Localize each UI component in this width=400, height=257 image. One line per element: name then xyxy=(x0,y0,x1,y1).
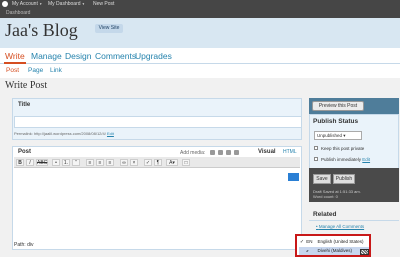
sub-nav: Post Page Link xyxy=(0,64,400,78)
my-account-link[interactable]: My Account ▼ xyxy=(12,1,42,7)
tab-html[interactable]: HTML xyxy=(283,149,297,155)
add-video-icon[interactable] xyxy=(218,150,223,155)
main-nav: Write Manage Design Comments Upgrades xyxy=(0,48,400,64)
my-dashboard-link[interactable]: My Dashboard ▼ xyxy=(48,1,85,7)
bullet-list-button[interactable]: • xyxy=(52,159,60,166)
fullscreen-icon[interactable] xyxy=(288,173,299,181)
tab-design[interactable]: Design xyxy=(65,51,91,61)
manage-comments-link[interactable]: • Manage All Comments xyxy=(316,224,364,229)
add-image-icon[interactable] xyxy=(210,150,215,155)
spellcheck-button[interactable]: ✓ xyxy=(144,159,152,166)
add-media-label: Add media: xyxy=(180,150,206,156)
page-title: Write Post xyxy=(5,80,48,91)
publish-button[interactable]: Publish xyxy=(333,174,355,184)
related-divider xyxy=(309,220,399,221)
save-button[interactable]: Save xyxy=(313,174,331,184)
bold-button[interactable]: B xyxy=(16,159,24,166)
align-left-button[interactable]: ≡ xyxy=(86,159,94,166)
preview-post-button[interactable]: Preview this Post xyxy=(312,101,364,111)
align-right-button[interactable]: ≡ xyxy=(106,159,114,166)
add-audio-icon[interactable] xyxy=(226,150,231,155)
resize-handle-icon[interactable] xyxy=(360,249,369,255)
keep-private-checkbox[interactable] xyxy=(314,146,318,150)
permalink-edit-link[interactable]: Edit xyxy=(107,131,114,136)
dashboard-label: Dashboard xyxy=(6,10,31,16)
align-center-button[interactable]: ≡ xyxy=(96,159,104,166)
chevron-down-icon: ▼ xyxy=(81,2,85,6)
editor-path: Path: div xyxy=(14,242,34,248)
wordpress-write-post-screen: My Account ▼ My Dashboard ▼ New Post Das… xyxy=(0,0,400,257)
wordpress-logo-icon[interactable] xyxy=(2,1,8,7)
related-title: Related xyxy=(313,211,337,218)
text-color-dropdown[interactable]: A▾ xyxy=(166,159,178,166)
paragraph-button[interactable]: ¶ xyxy=(154,159,162,166)
calendar-icon xyxy=(314,157,318,161)
tab-write[interactable]: Write xyxy=(5,51,25,61)
subnav-link[interactable]: Link xyxy=(50,67,62,74)
toggle-toolbar-button[interactable]: □ xyxy=(182,159,190,166)
insert-link-button[interactable]: ∞ xyxy=(120,159,128,166)
tab-visual[interactable]: Visual xyxy=(258,149,276,155)
subnav-page[interactable]: Page xyxy=(28,67,43,74)
unlink-button[interactable]: × xyxy=(130,159,138,166)
blockquote-button[interactable]: “ xyxy=(72,159,80,166)
chevron-down-icon: ▼ xyxy=(39,2,43,6)
tab-upgrades[interactable]: Upgrades xyxy=(135,51,172,61)
tab-comments[interactable]: Comments xyxy=(95,51,136,61)
add-media-icon[interactable] xyxy=(234,150,239,155)
word-count: Word count: 0 xyxy=(313,194,338,199)
publish-status-title: Publish Status xyxy=(313,118,359,125)
italic-button[interactable]: I xyxy=(26,159,34,166)
admin-bar: My Account ▼ My Dashboard ▼ New Post xyxy=(0,0,400,8)
strikethrough-button[interactable]: ABC xyxy=(36,159,48,166)
tab-manage[interactable]: Manage xyxy=(31,51,62,61)
check-icon: ✓ xyxy=(299,239,305,245)
language-option-divehi[interactable]: ޒ Divehi (Maldives) xyxy=(299,247,369,255)
permalink: Permalink: http://jaalil.wordpress.com/2… xyxy=(14,131,114,136)
publish-time-edit-link[interactable]: Edit xyxy=(362,157,370,162)
permalink-url[interactable]: http://jaalil.wordpress.com/2008/08/12/4… xyxy=(34,131,106,136)
chevron-down-icon: ▾ xyxy=(343,133,346,138)
view-site-button[interactable]: View Site xyxy=(95,24,123,33)
blog-title[interactable]: Jaa's Blog xyxy=(5,20,78,41)
publish-immediately: Publish immediately Edit xyxy=(321,157,371,162)
new-post-link[interactable]: New Post xyxy=(93,1,114,7)
draft-info: Draft Saved at 1:51:33 am. Word count: 0 xyxy=(313,189,361,199)
language-option-english[interactable]: ✓ EN English (United States) xyxy=(299,238,369,246)
post-label: Post xyxy=(18,149,32,155)
dashboard-strip: Dashboard xyxy=(0,8,400,18)
permalink-label: Permalink: xyxy=(14,131,33,136)
editor-content[interactable] xyxy=(14,170,286,240)
status-select[interactable]: Unpublished ▾ xyxy=(314,131,362,140)
numbered-list-button[interactable]: 1. xyxy=(62,159,70,166)
keep-private-label: Keep this post private xyxy=(321,146,365,151)
title-input[interactable] xyxy=(14,116,302,128)
title-label: Title xyxy=(18,102,31,108)
subnav-post[interactable]: Post xyxy=(6,67,19,74)
